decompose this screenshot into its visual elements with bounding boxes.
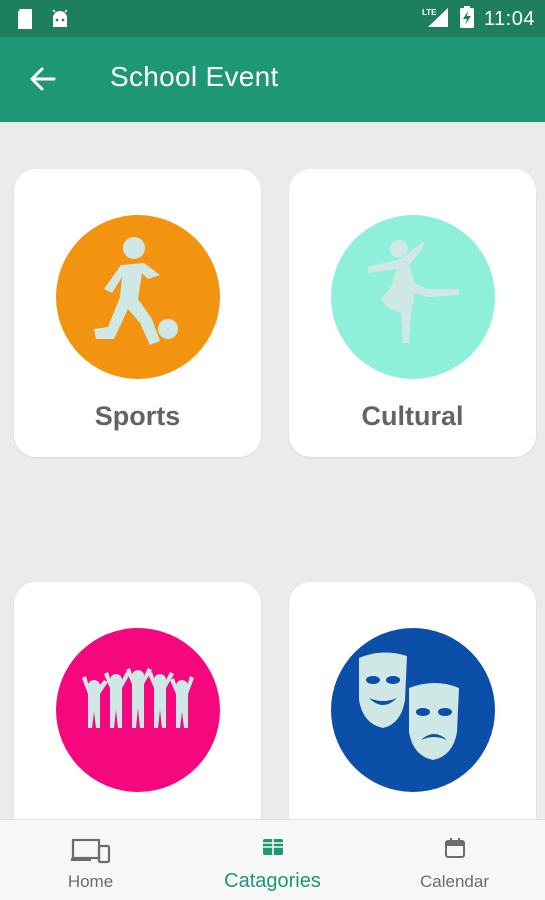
status-left (16, 8, 70, 35)
arrow-back-icon (30, 67, 56, 91)
grid-icon (262, 839, 283, 855)
nav-item-categories[interactable]: Catagories (181, 820, 364, 900)
page-title: School Event (110, 61, 279, 92)
nav-label: Catagories (224, 870, 321, 892)
back-button[interactable] (28, 64, 58, 94)
soccer-player-icon (94, 237, 178, 345)
nav-item-home[interactable]: Home (0, 820, 181, 900)
nav-item-calendar[interactable]: Calendar (364, 820, 545, 900)
category-grid: Sports Cultural (0, 122, 545, 819)
category-label: Cultural (361, 401, 464, 431)
ballet-dancer-icon (367, 240, 459, 343)
category-card-cultural[interactable]: Cultural (289, 169, 536, 457)
bottom-navigation: Home Catagories Calendar (0, 819, 545, 900)
category-card-drama[interactable] (289, 582, 536, 819)
category-circle (56, 215, 220, 379)
category-circle (331, 215, 495, 379)
nav-label: Home (67, 872, 114, 891)
sd-card-icon (16, 8, 36, 35)
category-card-sports[interactable]: Sports (14, 169, 261, 457)
calendar-icon (444, 838, 465, 858)
battery-charging-icon (459, 6, 474, 33)
status-right: LTE 11:04 (422, 6, 535, 33)
drama-masks-icon (359, 652, 459, 760)
nav-label: Calendar (420, 872, 489, 891)
category-label: Sports (94, 401, 181, 431)
android-icon (50, 9, 70, 34)
category-card-group[interactable] (14, 582, 261, 819)
app-bar: School Event (0, 37, 545, 122)
group-people-icon (82, 668, 194, 728)
category-circle (331, 628, 495, 792)
category-circle (56, 628, 220, 792)
status-time: 11:04 (483, 8, 535, 30)
status-bar: LTE 11:04 (0, 0, 545, 37)
lte-signal-icon: LTE (422, 6, 450, 33)
devices-icon (70, 838, 110, 864)
svg-text:LTE: LTE (422, 8, 437, 17)
